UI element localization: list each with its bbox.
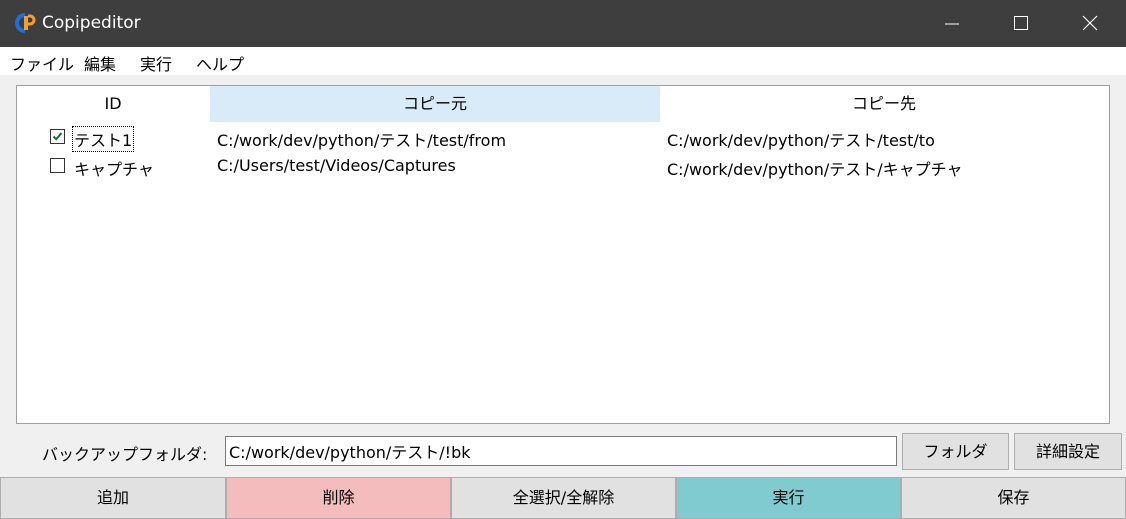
row-source-path: C:/Users/test/Videos/Captures xyxy=(217,156,456,175)
row-destination-path: C:/work/dev/python/テスト/test/to xyxy=(667,131,935,150)
window-title: Copipeditor xyxy=(42,13,141,33)
row-id[interactable]: テスト1 xyxy=(71,126,135,152)
maximize-button[interactable] xyxy=(987,0,1056,47)
minimize-icon xyxy=(945,23,959,25)
menu-file[interactable]: ファイル xyxy=(10,51,74,75)
row-destination-path: C:/work/dev/python/テスト/キャプチャ xyxy=(667,160,963,179)
minimize-button[interactable] xyxy=(918,0,987,47)
menu-bar: ファイル 編集 実行 ヘルプ xyxy=(0,47,1126,75)
add-button[interactable]: 追加 xyxy=(0,477,226,519)
title-bar[interactable]: Copipeditor xyxy=(0,0,1126,47)
column-header-source[interactable]: コピー元 xyxy=(210,86,660,122)
backup-folder-input[interactable] xyxy=(225,436,897,466)
table-row[interactable]: テスト1 C:/work/dev/python/テスト/test/from C:… xyxy=(17,124,1107,152)
browse-folder-button[interactable]: フォルダ xyxy=(902,433,1009,470)
menu-help[interactable]: ヘルプ xyxy=(196,51,244,75)
save-button[interactable]: 保存 xyxy=(901,477,1126,519)
advanced-settings-button[interactable]: 詳細設定 xyxy=(1014,433,1122,470)
menu-run[interactable]: 実行 xyxy=(140,51,172,75)
app-logo-icon xyxy=(14,12,36,34)
close-icon xyxy=(1082,15,1098,31)
menu-edit[interactable]: 編集 xyxy=(84,51,116,75)
row-checkbox-checked[interactable] xyxy=(50,129,65,144)
copy-list[interactable]: ID コピー元 コピー先 テスト1 C:/work/dev/python/テスト… xyxy=(16,85,1110,424)
maximize-icon xyxy=(1014,16,1028,30)
table-row[interactable]: キャプチャ C:/Users/test/Videos/Captures C:/w… xyxy=(17,153,1107,181)
check-icon xyxy=(52,132,63,141)
row-source-path: C:/work/dev/python/テスト/test/from xyxy=(217,131,507,150)
backup-folder-label: バックアップフォルダ: xyxy=(42,445,208,464)
select-all-button[interactable]: 全選択/全解除 xyxy=(451,477,676,519)
column-header-id[interactable]: ID xyxy=(17,86,209,122)
delete-button[interactable]: 削除 xyxy=(226,477,451,519)
run-button[interactable]: 実行 xyxy=(676,477,901,519)
row-checkbox-unchecked[interactable] xyxy=(50,158,65,173)
row-id[interactable]: キャプチャ xyxy=(73,156,155,180)
column-header-destination[interactable]: コピー先 xyxy=(660,86,1108,122)
close-button[interactable] xyxy=(1056,0,1125,47)
